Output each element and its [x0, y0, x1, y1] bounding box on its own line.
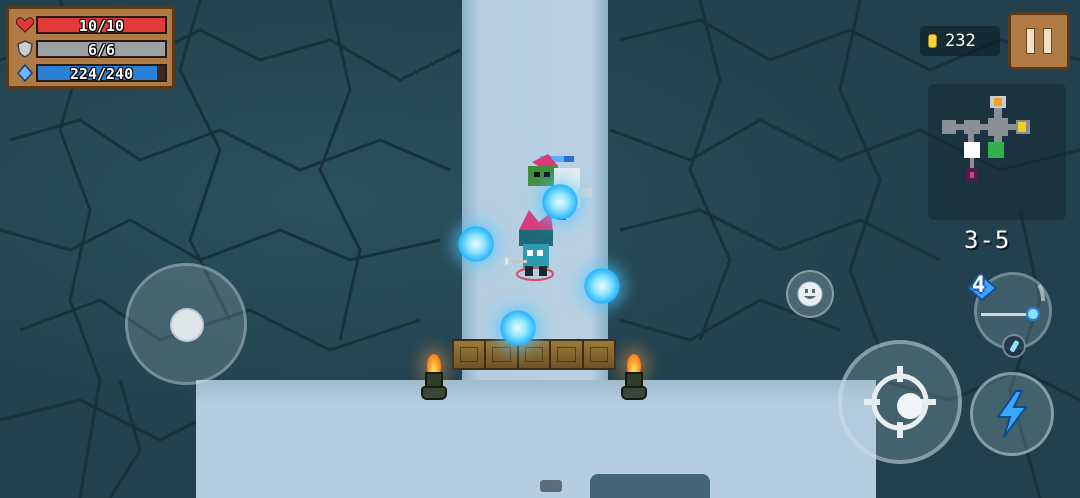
health-row: 10/10	[14, 13, 167, 37]
floor-pit	[590, 474, 710, 498]
weapon-energy-cost: 4	[972, 273, 986, 298]
energy-diamond-icon	[14, 63, 36, 83]
player-stats-panel: 10/10 6/6 224/240	[6, 6, 175, 89]
armor-row: 6/6	[14, 37, 167, 61]
health-text: 10/10	[78, 17, 125, 35]
armor-text: 6/6	[87, 41, 116, 59]
coin-counter: 232	[920, 26, 1000, 56]
energy-orb	[584, 268, 620, 304]
lightning-icon	[996, 390, 1028, 438]
energy-bar: 224/240	[36, 64, 167, 83]
level-indicator: 3-5	[964, 226, 1011, 254]
energy-row: 224/240	[14, 61, 167, 85]
health-bar: 10/10	[36, 16, 167, 35]
rubble	[540, 480, 562, 492]
attack-button[interactable]	[838, 340, 962, 464]
coin-count: 232	[945, 31, 976, 51]
crosshair-icon	[864, 366, 936, 438]
joystick-knob[interactable]	[170, 308, 204, 342]
emote-button[interactable]	[786, 270, 834, 318]
torch-right	[621, 354, 647, 404]
energy-orb	[458, 226, 494, 262]
torch-left	[421, 354, 447, 404]
minimap-rooms	[942, 96, 1030, 182]
armor-bar: 6/6	[36, 40, 167, 59]
floor-corridor-horizontal	[196, 380, 876, 498]
energy-orb	[500, 310, 536, 346]
swap-weapon-button[interactable]	[1002, 334, 1026, 358]
minimap[interactable]	[928, 84, 1066, 220]
pause-icon	[1026, 28, 1035, 54]
pause-button[interactable]	[1008, 12, 1070, 70]
coin-icon	[928, 34, 937, 48]
player-character	[505, 210, 554, 281]
heart-icon	[14, 15, 36, 35]
swap-weapon-icon	[1009, 340, 1019, 352]
smiley-icon	[797, 281, 823, 307]
energy-orb	[542, 184, 578, 220]
shield-icon	[14, 39, 36, 59]
skill-button[interactable]	[970, 372, 1054, 456]
movement-joystick[interactable]	[125, 263, 247, 385]
energy-text: 224/240	[69, 65, 134, 83]
wooden-crate-barrier	[452, 339, 616, 370]
